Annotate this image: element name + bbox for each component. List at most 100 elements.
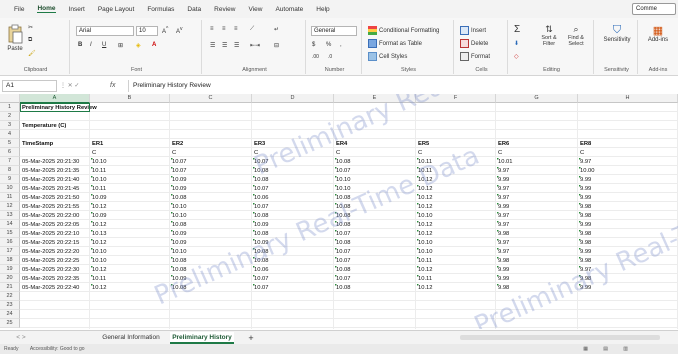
cell[interactable]: 10.08 — [336, 158, 351, 166]
cell[interactable]: 10.12 — [92, 239, 107, 247]
cell[interactable]: 10.07 — [172, 158, 187, 166]
cell[interactable]: 10.10 — [336, 185, 351, 193]
cell[interactable]: 9.99 — [498, 176, 509, 184]
cell[interactable]: 10.10 — [92, 257, 107, 265]
cell[interactable]: 10.07 — [254, 158, 269, 166]
cell[interactable]: 10.11 — [418, 158, 432, 166]
column-header[interactable]: B — [90, 94, 170, 103]
cell[interactable]: 9.98 — [498, 257, 509, 265]
menu-tab-review[interactable]: Review — [214, 6, 235, 13]
row-header[interactable]: 21 — [0, 283, 20, 292]
cell[interactable]: 10.08 — [336, 221, 351, 229]
font-size-select[interactable]: 10 — [136, 26, 158, 36]
cell[interactable]: 10.10 — [92, 158, 107, 166]
cell[interactable]: 10.08 — [172, 221, 187, 229]
cell[interactable]: 10.01 — [498, 158, 513, 166]
cell[interactable]: 05-Mar-2025 20:21:40 — [22, 176, 79, 184]
cell[interactable]: C — [254, 149, 258, 157]
row-header[interactable]: 24 — [0, 310, 20, 319]
page-break-icon[interactable]: ▥ — [623, 344, 628, 354]
menu-tab-home[interactable]: Home — [37, 5, 56, 13]
cell[interactable]: 10.09 — [254, 239, 269, 247]
cell-styles-button[interactable]: Cell Styles — [368, 52, 407, 61]
cell[interactable]: 9.98 — [580, 230, 591, 238]
fill-color-icon[interactable]: ◈ — [136, 42, 141, 49]
cell[interactable]: 9.99 — [498, 203, 509, 211]
cell[interactable]: 10.07 — [254, 284, 269, 292]
cell[interactable]: 10.08 — [336, 212, 351, 220]
row-header[interactable]: 15 — [0, 229, 20, 238]
row-header[interactable]: 4 — [0, 130, 20, 139]
row-header[interactable]: 6 — [0, 148, 20, 157]
cell[interactable]: 05-Mar-2025 20:22:10 — [22, 230, 79, 238]
add-sheet-button[interactable]: + — [244, 332, 258, 344]
formula-bar-controls[interactable]: ⋮ ✕ ✓ — [60, 80, 79, 92]
cell[interactable]: 10.09 — [254, 221, 269, 229]
border-icon[interactable]: ⊞ — [118, 42, 123, 49]
align-right-icon[interactable]: ☰ — [234, 42, 239, 49]
cell[interactable]: 9.97 — [580, 158, 591, 166]
cell[interactable]: 9.98 — [580, 212, 591, 220]
cell[interactable]: ER1 — [92, 140, 103, 148]
cell[interactable]: 10.07 — [254, 185, 269, 193]
column-header[interactable]: G — [496, 94, 578, 103]
cell[interactable]: 10.12 — [92, 203, 107, 211]
cell[interactable]: 9.99 — [498, 275, 509, 283]
row-header[interactable]: 1 — [0, 103, 20, 112]
cell[interactable]: 10.12 — [418, 284, 433, 292]
cell[interactable]: 9.97 — [498, 248, 509, 256]
tab-general-information[interactable]: General Information — [96, 332, 166, 344]
cell[interactable]: 10.09 — [172, 275, 187, 283]
cell[interactable]: 05-Mar-2025 20:21:35 — [22, 167, 79, 175]
horizontal-scrollbar[interactable] — [460, 335, 660, 340]
menu-tab-insert[interactable]: Insert — [69, 6, 85, 13]
cell[interactable]: 10.07 — [254, 203, 269, 211]
cell[interactable]: C — [498, 149, 502, 157]
cell[interactable]: 10.12 — [418, 176, 433, 184]
format-painter-icon[interactable]: 🖌 — [28, 50, 36, 57]
cell[interactable]: 10.10 — [92, 176, 107, 184]
cell[interactable]: 10.08 — [254, 230, 269, 238]
cell[interactable]: 10.11 — [418, 275, 432, 283]
cell[interactable]: 10.10 — [418, 239, 433, 247]
cell[interactable]: 9.99 — [580, 185, 591, 193]
menu-tab-file[interactable]: File — [14, 6, 24, 13]
cut-icon[interactable]: ✂ — [28, 24, 33, 31]
cell[interactable]: 9.99 — [498, 266, 509, 274]
column-header[interactable]: C — [170, 94, 252, 103]
cell[interactable]: 10.08 — [336, 284, 351, 292]
cell[interactable]: ER5 — [418, 140, 429, 148]
underline-button[interactable]: U — [102, 42, 106, 48]
decrease-decimal-icon[interactable]: .0 — [328, 54, 332, 60]
cell[interactable]: 10.12 — [418, 194, 433, 202]
cell[interactable]: 10.09 — [92, 212, 107, 220]
cell[interactable]: C — [172, 149, 176, 157]
cell[interactable]: 05-Mar-2025 20:22:20 — [22, 248, 79, 256]
function-icon[interactable]: fx — [110, 80, 115, 92]
cell[interactable]: 05-Mar-2025 20:22:05 — [22, 221, 79, 229]
cell[interactable]: 9.99 — [580, 176, 591, 184]
cell[interactable]: 05-Mar-2025 20:22:30 — [22, 266, 79, 274]
cell[interactable]: 05-Mar-2025 20:21:50 — [22, 194, 79, 202]
cell[interactable]: 9.99 — [580, 221, 591, 229]
column-header[interactable]: F — [416, 94, 496, 103]
menu-tab-formulas[interactable]: Formulas — [147, 6, 174, 13]
cell[interactable]: 10.10 — [336, 176, 351, 184]
cell[interactable]: 10.08 — [336, 239, 351, 247]
accounting-icon[interactable]: $ — [312, 42, 315, 48]
tab-preliminary-history[interactable]: Preliminary History — [170, 332, 234, 344]
cell[interactable]: ER3 — [254, 140, 265, 148]
cell[interactable]: 10.10 — [172, 203, 187, 211]
cell[interactable]: 10.10 — [172, 248, 187, 256]
column-header[interactable]: D — [252, 94, 334, 103]
cell[interactable]: 10.06 — [254, 266, 269, 274]
cell[interactable]: 9.98 — [580, 203, 591, 211]
percent-icon[interactable]: % — [326, 42, 331, 48]
cell[interactable]: 10.12 — [92, 284, 107, 292]
cell[interactable]: 10.08 — [254, 212, 269, 220]
align-top-icon[interactable]: ≡ — [210, 26, 214, 32]
cell[interactable]: 10.07 — [172, 167, 187, 175]
row-header[interactable]: 19 — [0, 265, 20, 274]
cell[interactable]: 10.09 — [172, 176, 187, 184]
normal-view-icon[interactable]: ▦ — [583, 344, 588, 354]
